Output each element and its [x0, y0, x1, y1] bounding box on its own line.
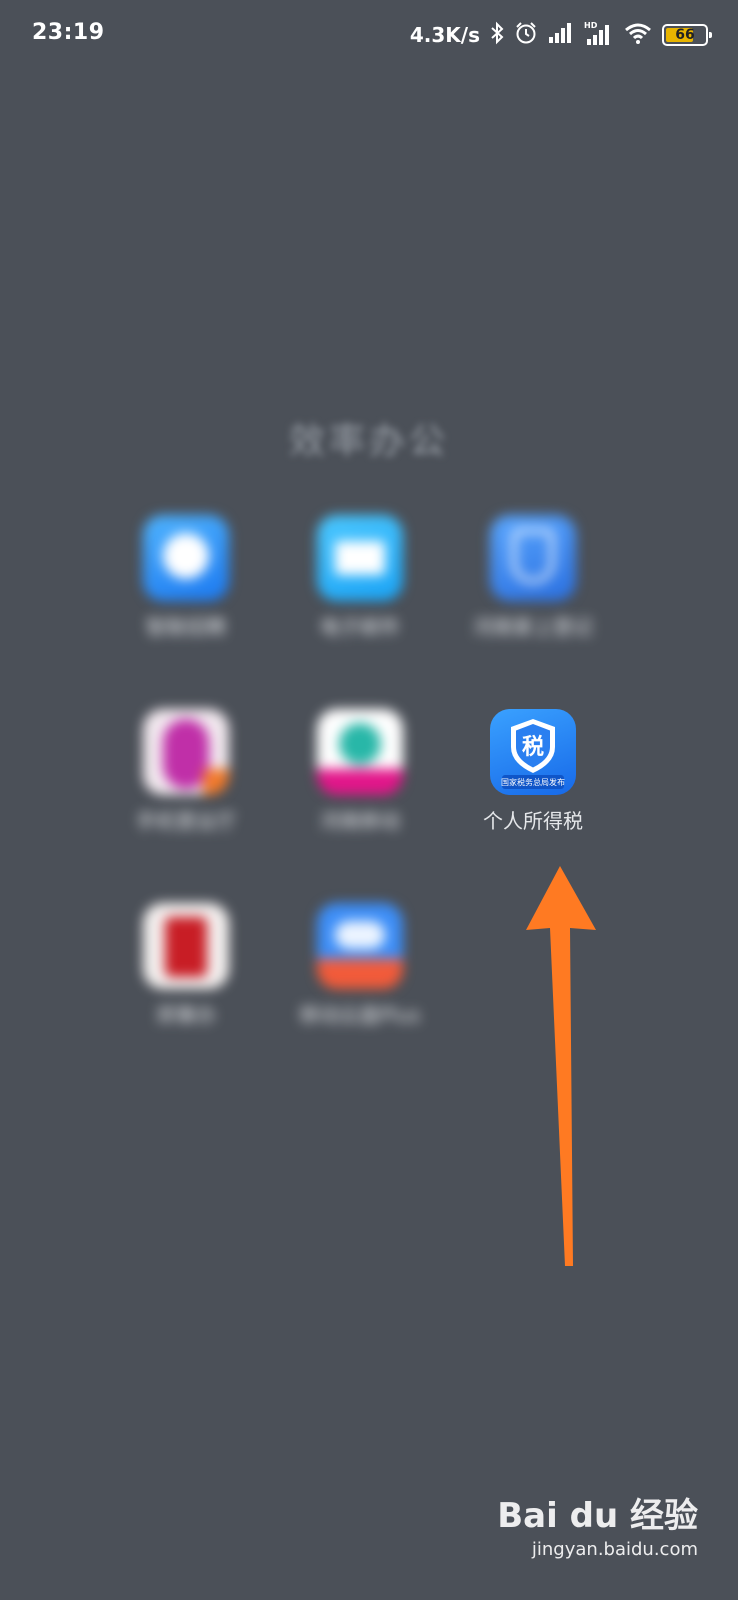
network-speed: 4.3K/s — [409, 23, 480, 47]
app-label: 移动云盘Plus — [299, 1003, 421, 1027]
app-cloud-plus[interactable]: 移动云盘Plus — [280, 903, 440, 1029]
mail-icon — [317, 515, 403, 601]
watermark-url: jingyan.baidu.com — [531, 1539, 698, 1560]
battery-icon: 66 — [662, 24, 712, 46]
svg-text:HD: HD — [584, 21, 598, 30]
wifi-icon — [624, 22, 652, 48]
signal-icon — [548, 22, 574, 48]
battery-level: 66 — [675, 27, 695, 43]
tax-icon-caption: 国家税务总局发布 — [501, 777, 565, 787]
tax-icon: 税 国家税务总局发布 — [490, 709, 576, 795]
annotation-arrow — [526, 866, 596, 1266]
app-mobile-hall[interactable]: 手机营业厅 — [106, 709, 266, 835]
app-personal-income-tax[interactable]: 税 国家税务总局发布 个人所得税 — [453, 709, 613, 835]
app-label: 电子邮件 — [320, 615, 400, 639]
app-henan-dengji[interactable]: 河南掌上登记 — [453, 515, 613, 641]
watermark-brand: Bai du 经验 — [497, 1496, 698, 1536]
tax-icon-char: 税 — [522, 734, 544, 760]
alarm-icon — [514, 21, 538, 49]
app-mail[interactable]: 电子邮件 — [280, 515, 440, 641]
app-zhengshiban[interactable]: 郑事办 — [106, 903, 266, 1029]
zhilian-zhaopin-icon — [143, 515, 229, 601]
app-henan-mobile[interactable]: 河南移动 — [280, 709, 440, 835]
app-label: 河南掌上登记 — [473, 615, 593, 639]
folder-title[interactable]: 效率办公 — [0, 412, 738, 464]
baidu-jingyan-watermark: Bai du 经验 jingyan.baidu.com — [497, 1488, 698, 1560]
app-label: 手机营业厅 — [136, 809, 236, 833]
status-time: 23:19 — [32, 20, 105, 45]
app-label: 郑事办 — [156, 1003, 216, 1027]
henan-dengji-icon — [490, 515, 576, 601]
app-zhilian-zhaopin[interactable]: 智联招聘 — [106, 515, 266, 641]
henan-mobile-icon — [317, 709, 403, 795]
app-label: 智联招聘 — [146, 615, 226, 639]
app-label: 个人所得税 — [483, 809, 583, 833]
status-bar: 23:19 4.3K/s HD 66 — [0, 0, 738, 72]
zhengshiban-icon — [143, 903, 229, 989]
mobile-hall-icon — [143, 709, 229, 795]
hd-signal-icon: HD — [584, 20, 614, 50]
bluetooth-icon — [490, 21, 504, 49]
cloud-plus-icon — [317, 903, 403, 989]
app-label: 河南移动 — [320, 809, 400, 833]
status-icons: 4.3K/s HD 66 — [409, 20, 712, 50]
